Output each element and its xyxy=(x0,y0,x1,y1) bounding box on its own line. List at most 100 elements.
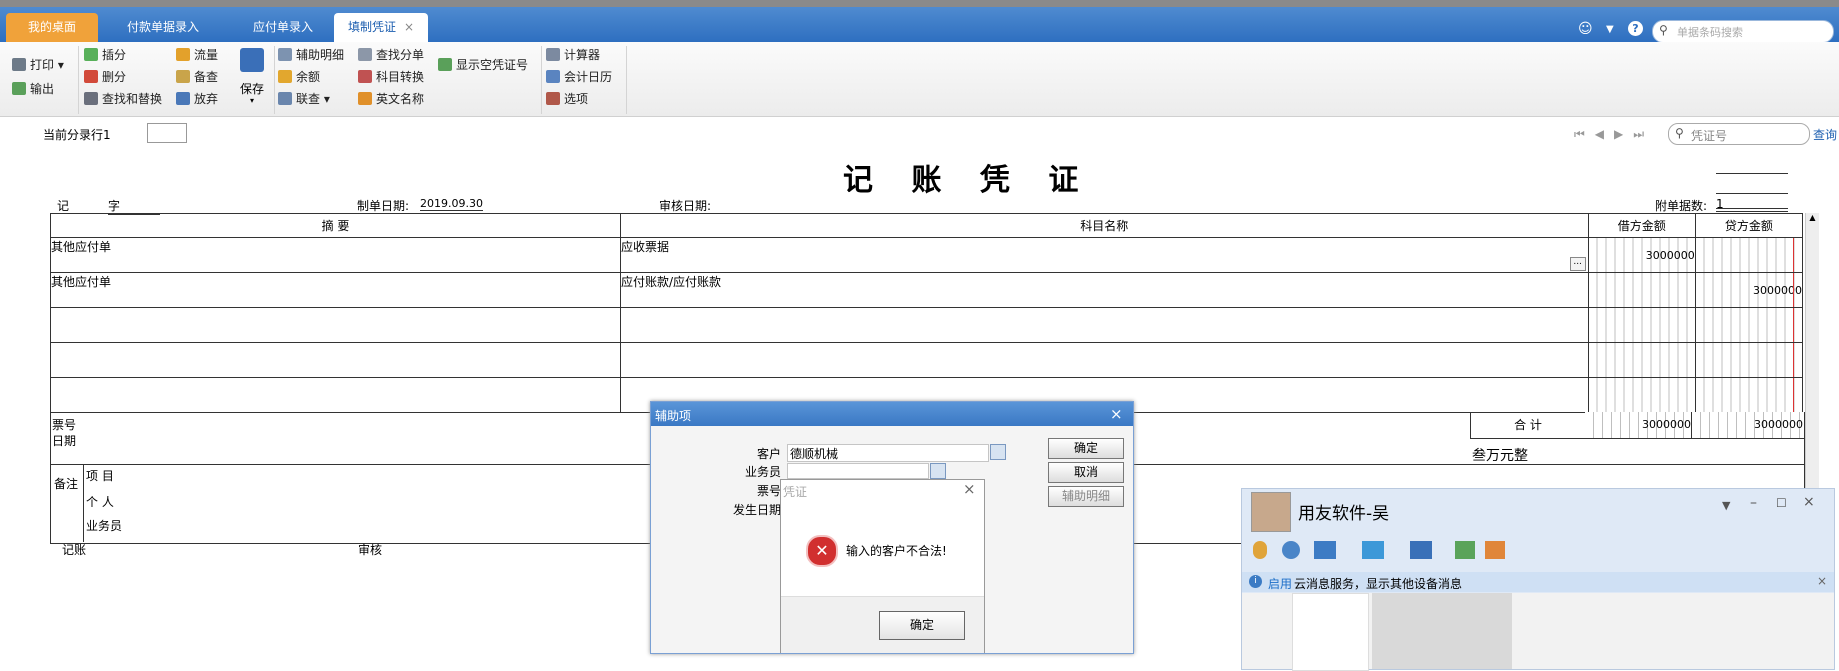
cancel-button[interactable]: 取消 xyxy=(1048,462,1124,483)
occur-date-label: 发生日期 xyxy=(733,503,782,517)
query-link[interactable]: 查询 xyxy=(1813,126,1837,143)
record-nav-buttons[interactable]: ⏮◀▶⏭ xyxy=(1574,127,1654,142)
english-name-button[interactable]: 英文名称 xyxy=(358,90,424,108)
minimize-icon[interactable]: – xyxy=(1750,495,1757,511)
close-icon[interactable]: × xyxy=(1817,574,1827,588)
date-field[interactable]: 2019.09.30 xyxy=(420,197,483,211)
chat-window: 用友软件-吴 ▼ – ☐ × i 启用 云消息服务，显示其他设备消息 × xyxy=(1241,488,1835,671)
show-empty-voucher-no-button[interactable]: 显示空凭证号 xyxy=(438,56,528,74)
summary-cell[interactable] xyxy=(50,342,621,378)
account-cell[interactable]: 应收票据... xyxy=(619,237,1589,273)
current-row-input[interactable] xyxy=(147,123,187,143)
cash-flow-button[interactable]: 流量 xyxy=(176,46,218,64)
account-convert-button[interactable]: 科目转换 xyxy=(358,68,424,86)
apps-grid-icon[interactable] xyxy=(1485,541,1505,559)
summary-cell[interactable] xyxy=(50,377,621,413)
table-row[interactable]: 其他应付单 应收票据... 3000000 xyxy=(50,237,1804,273)
flow-icon xyxy=(176,48,190,61)
file-transfer-icon[interactable] xyxy=(1362,541,1384,559)
account-convert-icon xyxy=(358,70,372,83)
close-icon[interactable]: × xyxy=(963,480,976,498)
microphone-icon[interactable] xyxy=(1253,541,1267,559)
options-button[interactable]: 选项 xyxy=(546,90,588,108)
insert-entry-button[interactable]: 插分 xyxy=(84,46,126,64)
ticket-date-label: 日期 xyxy=(52,434,77,448)
search-icon: ⚲ xyxy=(1675,126,1684,140)
account-cell[interactable]: 应付账款/应付账款 xyxy=(619,272,1589,308)
salesman-lookup-icon[interactable] xyxy=(930,463,946,479)
customer-field[interactable]: 德顺机械 xyxy=(787,444,989,462)
smiley-icon[interactable]: ☺ xyxy=(1578,21,1593,37)
tab-payable-entry[interactable]: 应付单录入 xyxy=(228,13,338,42)
balance-button[interactable]: 余额 xyxy=(278,68,320,86)
debit-cell[interactable] xyxy=(1587,307,1696,343)
aux-detail-button[interactable]: 辅助明细 xyxy=(1048,486,1124,507)
chat-message-area[interactable] xyxy=(1242,593,1834,671)
salesman-field[interactable] xyxy=(787,463,929,479)
help-icon[interactable]: ? xyxy=(1628,21,1643,36)
find-entry-button[interactable]: 查找分单 xyxy=(358,46,424,64)
ok-button[interactable]: 确定 xyxy=(1048,438,1124,459)
credit-header: 贷方金额 xyxy=(1694,213,1804,238)
voucher-no-search-input[interactable]: ⚲ 凭证号 xyxy=(1668,123,1810,145)
table-row[interactable] xyxy=(50,342,1804,378)
account-picker-button[interactable]: ... xyxy=(1569,257,1586,271)
close-tab-icon[interactable]: × xyxy=(404,20,414,34)
chevron-down-icon[interactable]: ▼ xyxy=(1606,24,1614,35)
print-button[interactable]: 打印 ▾ xyxy=(12,56,64,74)
bookkeeper-label: 记账 xyxy=(62,543,87,557)
barcode-search-input[interactable]: ⚲ 单据条码搜索 xyxy=(1652,20,1834,43)
credit-cell[interactable] xyxy=(1694,342,1804,378)
calculator-icon xyxy=(546,48,560,61)
aux-dialog-titlebar[interactable]: 辅助项 × xyxy=(651,402,1133,426)
enable-link[interactable]: 启用 xyxy=(1268,575,1292,592)
delete-entry-button[interactable]: 删分 xyxy=(84,68,126,86)
close-icon[interactable]: × xyxy=(1803,494,1815,510)
chevron-down-icon[interactable]: ▼ xyxy=(1722,499,1730,512)
table-row[interactable]: 其他应付单 应付账款/应付账款 3000000 xyxy=(50,272,1804,308)
tab-my-desktop[interactable]: 我的桌面 xyxy=(6,13,98,42)
tab-fill-voucher-label: 填制凭证 xyxy=(347,20,396,34)
shared-screenshot-thumbnail[interactable] xyxy=(1292,593,1369,671)
debit-cell[interactable] xyxy=(1587,272,1696,308)
account-cell[interactable] xyxy=(619,307,1589,343)
avatar[interactable] xyxy=(1251,492,1291,532)
close-icon[interactable]: × xyxy=(1110,405,1123,423)
save-button[interactable]: 保存 ▾ xyxy=(237,48,267,112)
account-cell[interactable] xyxy=(619,342,1589,378)
memo-button[interactable]: 备查 xyxy=(176,68,218,86)
customer-lookup-icon[interactable] xyxy=(990,444,1006,460)
aux-detail-button[interactable]: 辅助明细 xyxy=(278,46,344,64)
credit-cell[interactable] xyxy=(1694,237,1804,273)
find-replace-button[interactable]: 查找和替换 xyxy=(84,90,162,108)
discard-button[interactable]: 放弃 xyxy=(176,90,218,108)
table-row[interactable] xyxy=(50,307,1804,343)
debit-cell[interactable] xyxy=(1587,377,1696,413)
export-button[interactable]: 输出 xyxy=(12,80,54,98)
error-ok-button[interactable]: 确定 xyxy=(879,611,965,640)
summary-cell[interactable]: 其他应付单 xyxy=(50,237,621,273)
calculator-button[interactable]: 计算器 xyxy=(546,46,600,64)
summary-cell[interactable] xyxy=(50,307,621,343)
scroll-up-icon[interactable]: ▲ xyxy=(1806,213,1819,222)
attachments-field[interactable]: 1 xyxy=(1716,197,1788,212)
credit-cell[interactable] xyxy=(1694,377,1804,413)
credit-cell[interactable] xyxy=(1694,307,1804,343)
summary-cell[interactable]: 其他应付单 xyxy=(50,272,621,308)
credit-cell[interactable]: 3000000 xyxy=(1694,272,1804,308)
debit-cell[interactable] xyxy=(1587,342,1696,378)
screen-share-icon[interactable] xyxy=(1314,541,1336,559)
error-icon: ✕ xyxy=(806,535,838,567)
ticket-no-label: 票号 xyxy=(52,418,77,432)
linked-query-button[interactable]: 联查 ▾ xyxy=(278,90,330,108)
balance-icon xyxy=(278,70,292,83)
new-chat-icon[interactable] xyxy=(1455,541,1475,559)
accounting-calendar-button[interactable]: 会计日历 xyxy=(546,68,612,86)
debit-cell[interactable]: 3000000 xyxy=(1587,237,1696,273)
tab-payment-entry[interactable]: 付款单据录入 xyxy=(108,13,218,42)
calendar-icon xyxy=(546,70,560,83)
webcam-icon[interactable] xyxy=(1282,541,1300,559)
tab-fill-voucher[interactable]: 填制凭证 × xyxy=(334,13,428,42)
remote-desktop-icon[interactable] xyxy=(1410,541,1432,559)
maximize-icon[interactable]: ☐ xyxy=(1776,496,1787,510)
